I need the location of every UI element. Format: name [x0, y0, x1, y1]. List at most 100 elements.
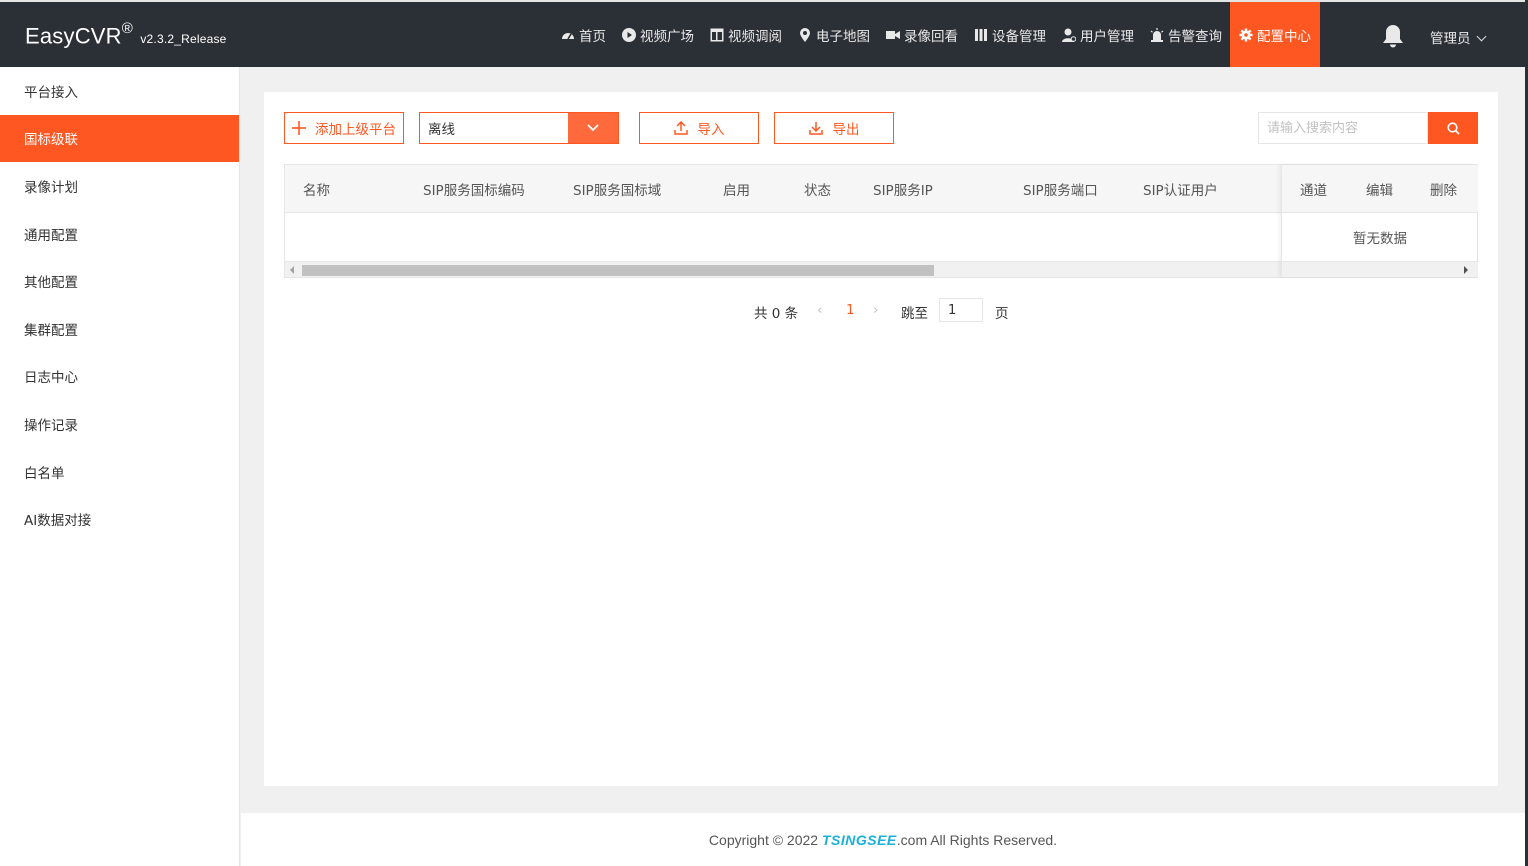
nav-item-users[interactable]: 用户管理: [1054, 2, 1142, 67]
footer: Copyright © 2022 TSINGSEE .com All Rights…: [241, 813, 1525, 866]
app-version: v2.3.2_Release: [140, 32, 227, 47]
alarm-icon: [1150, 27, 1164, 42]
column-header: SIP服务IP: [873, 183, 933, 199]
dashboard-icon: [562, 32, 574, 39]
nav-label: 用户管理: [1080, 28, 1134, 45]
nav-label: 首页: [579, 28, 606, 45]
top-navbar: EasyCVR® v2.3.2_Release 首页 视频广场 视频调阅 电子地…: [0, 0, 1528, 67]
main-card: 添加上级平台 离线 导入 导出 名称 SIP服务国标编码 SIP服务国标域 启用…: [264, 92, 1498, 786]
brand-logo[interactable]: TSINGSEE: [822, 832, 897, 848]
search-input[interactable]: [1258, 112, 1428, 144]
download-icon: [808, 122, 823, 135]
upload-icon: [673, 121, 688, 135]
fixed-columns-header: 通道 编辑 删除: [1282, 165, 1478, 213]
nav-item-home[interactable]: 首页: [553, 2, 614, 67]
nav-label: 电子地图: [816, 28, 870, 45]
sidebar-item-label: 其他配置: [24, 275, 78, 292]
jump-page-input[interactable]: [939, 298, 983, 322]
button-label: 导入: [697, 122, 725, 138]
search-icon: [1446, 121, 1460, 135]
sidebar-item-label: AI数据对接: [24, 513, 92, 530]
copyright-prefix: Copyright © 2022: [708, 831, 822, 848]
nav-label: 配置中心: [1257, 28, 1311, 45]
user-gear-icon: [1062, 28, 1076, 42]
column-header: 状态: [804, 183, 831, 199]
play-circle-icon: [622, 27, 636, 42]
app-logo[interactable]: EasyCVR® v2.3.2_Release: [25, 20, 227, 49]
column-header: SIP服务端口: [1023, 183, 1098, 199]
nav-item-alarms[interactable]: 告警查询: [1142, 2, 1230, 67]
column-header: 编辑: [1366, 183, 1393, 199]
empty-state: 暂无数据: [1353, 231, 1407, 247]
export-button[interactable]: 导出: [774, 112, 894, 144]
column-header: SIP认证用户: [1143, 183, 1218, 199]
nav-label: 告警查询: [1168, 28, 1222, 45]
sidebar-item-label: 日志中心: [24, 370, 78, 387]
sidebar-item-label: 集群配置: [24, 322, 78, 339]
import-button[interactable]: 导入: [639, 112, 759, 144]
scroll-left-arrow-icon[interactable]: [290, 266, 294, 274]
sidebar-item-cluster-config[interactable]: 集群配置: [0, 305, 239, 353]
sidebar: 平台接入 国标级联 录像计划 通用配置 其他配置 集群配置 日志中心 操作记录 …: [0, 67, 240, 866]
copyright-suffix: .com All Rights Reserved.: [896, 831, 1058, 848]
add-platform-button[interactable]: 添加上级平台: [284, 112, 404, 144]
nav-item-video-view[interactable]: 视频调阅: [702, 2, 790, 67]
column-header: SIP服务国标编码: [423, 183, 525, 199]
sidebar-item-gb-cascade[interactable]: 国标级联: [0, 114, 239, 163]
scrollbar-thumb[interactable]: [302, 265, 934, 276]
user-name: 管理员: [1430, 31, 1471, 47]
nav-item-map[interactable]: 电子地图: [790, 2, 878, 67]
button-label: 导出: [832, 122, 860, 138]
prev-page-icon[interactable]: ‹: [817, 302, 822, 318]
sidebar-item-label: 录像计划: [24, 179, 78, 196]
scroll-right-arrow-icon[interactable]: [1464, 266, 1468, 274]
nav-item-devices[interactable]: 设备管理: [966, 2, 1054, 67]
sidebar-item-label: 操作记录: [24, 417, 78, 434]
sidebar-item-general-config[interactable]: 通用配置: [0, 210, 239, 258]
status-select-value: 离线: [428, 122, 455, 138]
scrollbar-track[interactable]: [1282, 261, 1478, 277]
status-select[interactable]: 离线: [419, 112, 619, 144]
column-header: 名称: [303, 183, 330, 199]
sidebar-item-label: 平台接入: [24, 84, 78, 101]
nav-label: 录像回看: [904, 28, 958, 45]
sidebar-item-platform-access[interactable]: 平台接入: [0, 67, 239, 115]
nav-item-config-center[interactable]: 配置中心: [1230, 2, 1320, 67]
select-arrow[interactable]: [568, 113, 618, 143]
column-header: 启用: [723, 183, 750, 199]
layout-icon: [710, 28, 724, 41]
nav-item-playback[interactable]: 录像回看: [878, 2, 966, 67]
pagination: 共 0 条 ‹ 1 › 跳至 页: [264, 298, 1498, 324]
sidebar-item-label: 国标级联: [24, 132, 78, 149]
total-count: 共 0 条: [754, 306, 799, 322]
sidebar-item-label: 白名单: [24, 465, 65, 482]
video-camera-icon: [886, 30, 900, 39]
map-pin-icon: [800, 27, 810, 42]
nav-item-video-square[interactable]: 视频广场: [614, 2, 702, 67]
sidebar-item-label: 通用配置: [24, 227, 78, 244]
sidebar-item-ai-data[interactable]: AI数据对接: [0, 495, 239, 543]
sidebar-item-log-center[interactable]: 日志中心: [0, 353, 239, 401]
jump-label: 跳至: [901, 306, 928, 322]
main-nav: 首页 视频广场 视频调阅 电子地图 录像回看 设备管理 用户管理 告警查询 配置…: [553, 2, 1320, 67]
sidebar-item-operation-log[interactable]: 操作记录: [0, 400, 239, 448]
plus-icon: [292, 121, 306, 135]
sidebar-item-whitelist[interactable]: 白名单: [0, 448, 239, 496]
device-bars-icon: [975, 28, 987, 41]
user-menu[interactable]: 管理员: [1430, 27, 1486, 47]
registered-mark: ®: [121, 20, 134, 37]
page-number[interactable]: 1: [846, 302, 855, 318]
nav-label: 视频广场: [640, 28, 694, 45]
logo-text: EasyCVR: [25, 23, 122, 49]
bell-icon[interactable]: [1382, 24, 1404, 48]
cascade-table: 名称 SIP服务国标编码 SIP服务国标域 启用 状态 SIP服务IP SIP服…: [284, 164, 1478, 278]
fixed-action-columns: 通道 编辑 删除 暂无数据: [1281, 165, 1478, 277]
next-page-icon[interactable]: ›: [873, 302, 878, 318]
sidebar-item-other-config[interactable]: 其他配置: [0, 257, 239, 305]
page-unit-label: 页: [995, 306, 1009, 322]
column-header: 删除: [1430, 183, 1457, 199]
horizontal-scrollbar[interactable]: [285, 261, 1281, 277]
column-header: 通道: [1300, 183, 1327, 199]
search-button[interactable]: [1428, 112, 1478, 144]
sidebar-item-record-plan[interactable]: 录像计划: [0, 162, 239, 210]
